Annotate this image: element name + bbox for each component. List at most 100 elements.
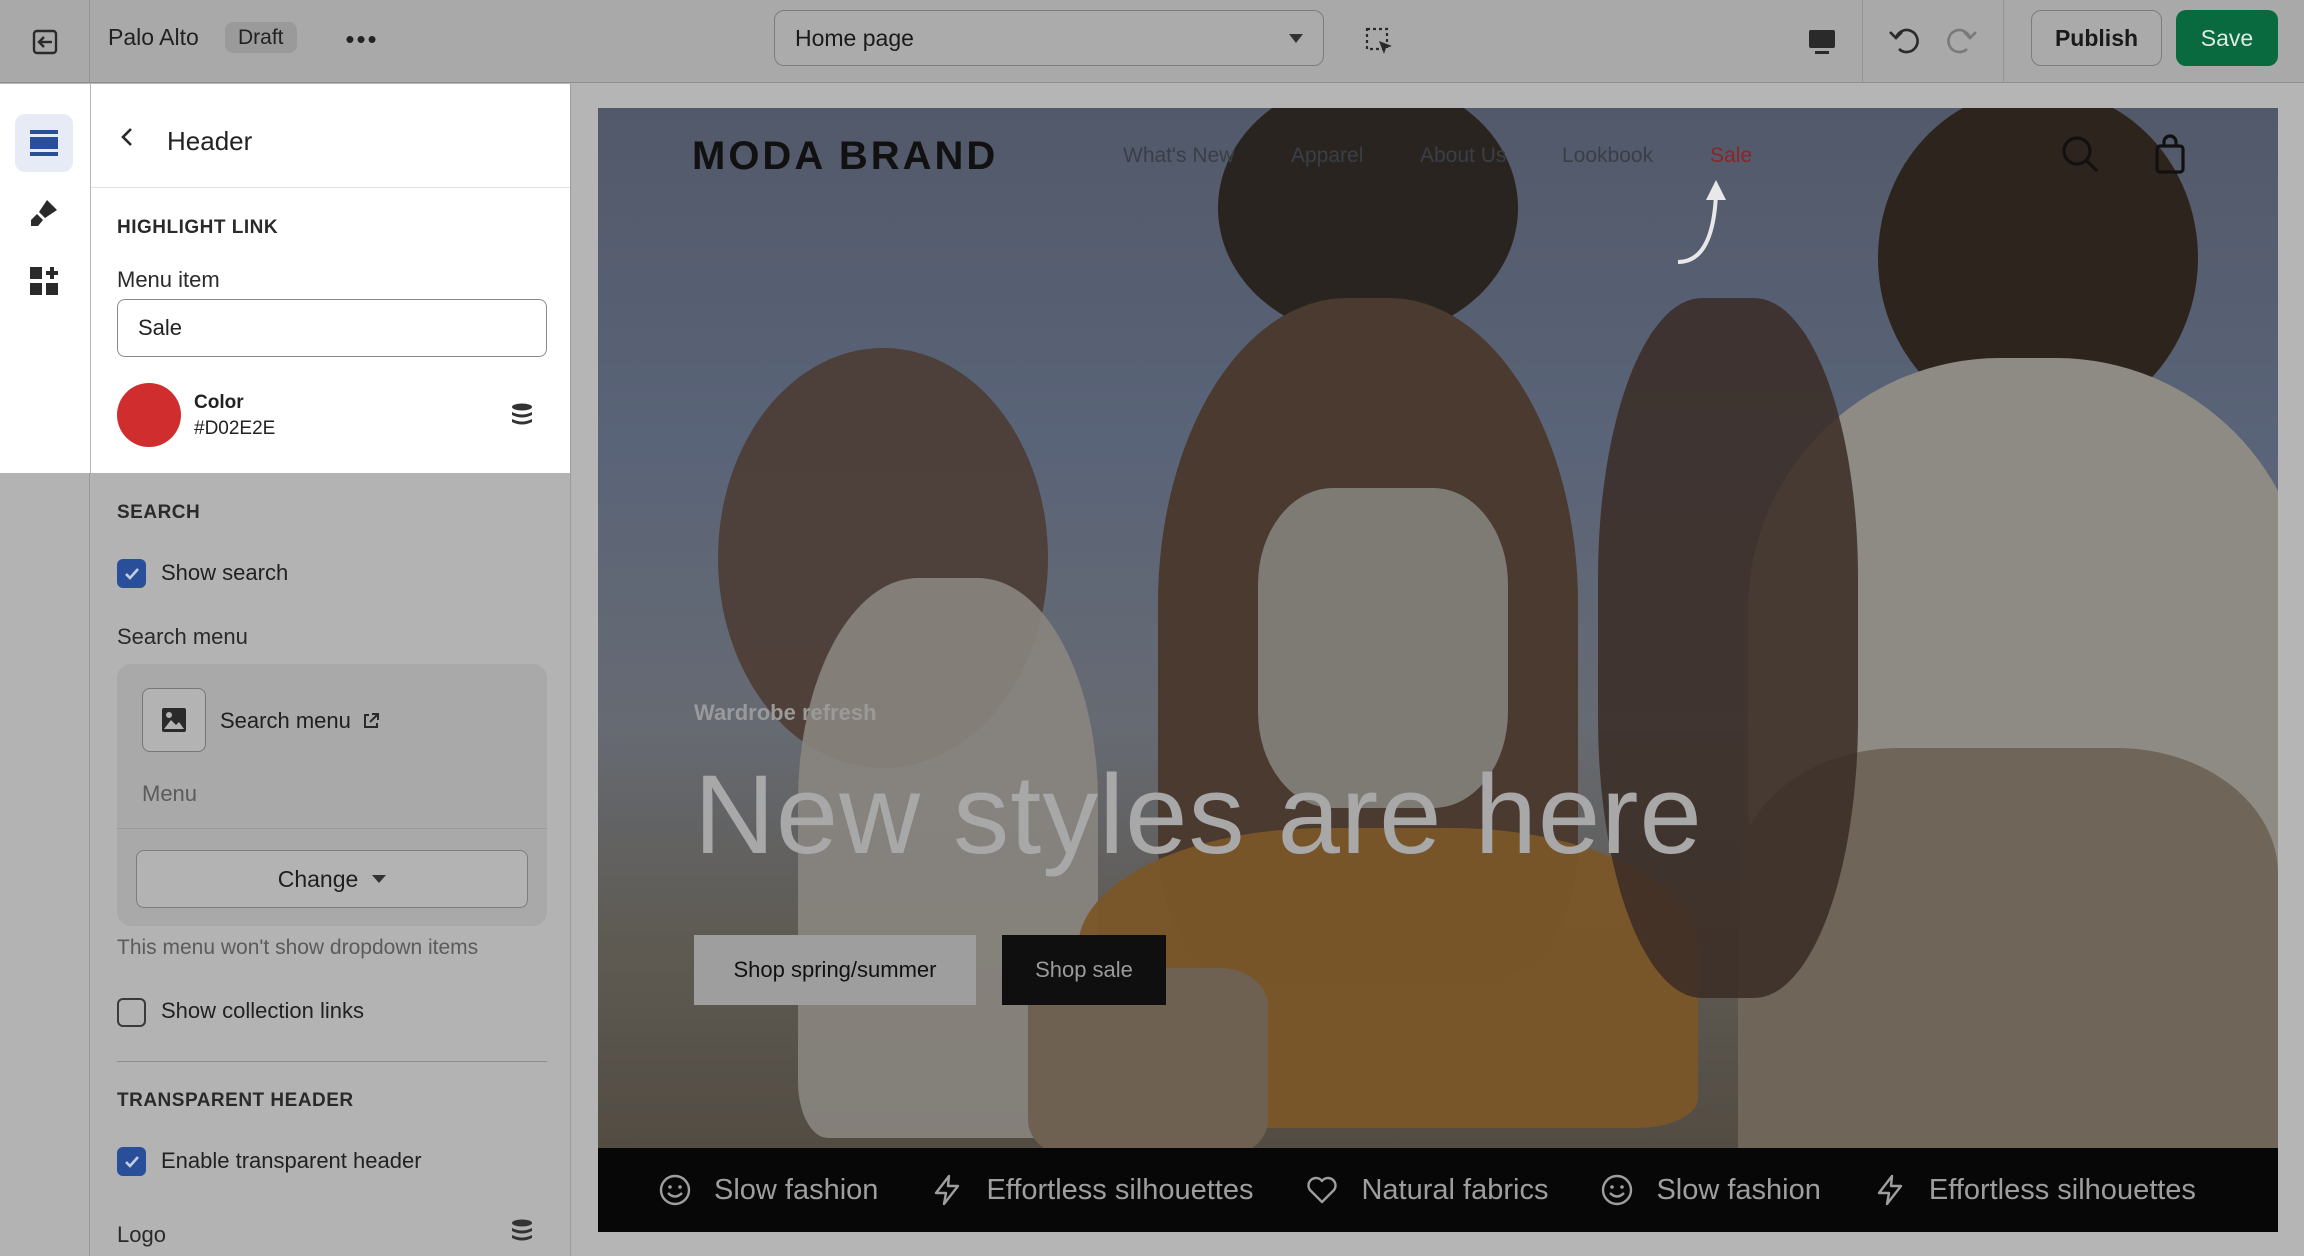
redo-icon bbox=[1947, 28, 1977, 54]
menu-item-input[interactable]: Sale bbox=[117, 299, 547, 357]
section-title-highlight: HIGHLIGHT LINK bbox=[117, 217, 279, 238]
search-menu-link-label: Search menu bbox=[220, 708, 351, 733]
image-icon bbox=[162, 708, 186, 732]
change-menu-button[interactable]: Change bbox=[136, 850, 528, 908]
color-swatch[interactable] bbox=[117, 383, 181, 447]
bolt-icon bbox=[935, 1174, 960, 1206]
marquee-label: Effortless silhouettes bbox=[1928, 1173, 2196, 1206]
marquee-item: Slow fashion bbox=[658, 1173, 878, 1207]
top-bar: Palo Alto Draft ••• Home page Publish Sa… bbox=[0, 0, 2304, 83]
panel-title: Header bbox=[167, 126, 253, 156]
logo-label: Logo bbox=[117, 1222, 166, 1247]
curved-arrow-icon bbox=[1677, 180, 1726, 264]
search-menu-card: Search menu Menu Change bbox=[117, 664, 547, 926]
smile-icon bbox=[1602, 1174, 1633, 1206]
logo-dynamic-source-button[interactable] bbox=[507, 1216, 537, 1246]
show-search-label: Show search bbox=[161, 560, 289, 585]
marquee-item: Effortless silhouettes bbox=[930, 1173, 1253, 1207]
enable-transparent-header-label: Enable transparent header bbox=[161, 1148, 422, 1173]
marquee-item: Slow fashion bbox=[1600, 1173, 1821, 1207]
menu-item-value: Sale bbox=[138, 315, 183, 340]
page-selector[interactable]: Home page bbox=[774, 10, 1324, 66]
save-button[interactable]: Save bbox=[2176, 10, 2278, 66]
menu-help-text: This menu won't show dropdown items bbox=[117, 936, 479, 959]
hero-photo-shape bbox=[1598, 298, 1858, 998]
status-badge: Draft bbox=[225, 22, 297, 53]
bolt-icon bbox=[1877, 1174, 1903, 1206]
search-icon[interactable] bbox=[2058, 132, 2102, 176]
store-name: Palo Alto bbox=[108, 24, 199, 50]
left-rail bbox=[0, 84, 90, 1256]
check-icon bbox=[124, 1155, 139, 1168]
marquee-item: Effortless silhouettes bbox=[1873, 1173, 2196, 1207]
settings-panel: Header HIGHLIGHT LINK Menu item Sale Col… bbox=[91, 84, 571, 1256]
section-divider bbox=[117, 1061, 547, 1062]
more-icon: ••• bbox=[345, 23, 379, 54]
panel-header: Header bbox=[91, 84, 570, 188]
desktop-icon bbox=[1809, 30, 1835, 54]
marquee-label: Slow fashion bbox=[1656, 1173, 1821, 1206]
marquee-label: Effortless silhouettes bbox=[986, 1173, 1254, 1206]
inspector-button[interactable] bbox=[1358, 20, 1402, 64]
enable-transparent-header-checkbox[interactable] bbox=[117, 1147, 146, 1176]
color-value: #D02E2E bbox=[194, 418, 276, 439]
section-title-transparent: TRANSPARENT HEADER bbox=[117, 1090, 354, 1111]
exit-icon bbox=[32, 29, 57, 54]
change-button-label: Change bbox=[277, 865, 359, 892]
publish-button[interactable]: Publish bbox=[2031, 10, 2162, 66]
nav-link-about-us[interactable]: About Us bbox=[1420, 144, 1506, 168]
brand-logo[interactable]: MODA BRAND bbox=[692, 134, 998, 179]
nav-link-whats-new[interactable]: What's New bbox=[1123, 144, 1234, 168]
marquee-label: Natural fabrics bbox=[1361, 1173, 1549, 1206]
hero-title: New styles are here bbox=[694, 752, 1703, 877]
database-icon bbox=[512, 403, 532, 425]
search-menu-link[interactable]: Search menu bbox=[220, 708, 381, 734]
chevron-down-icon bbox=[1289, 33, 1303, 43]
shopping-bag-icon[interactable] bbox=[2148, 132, 2192, 176]
chevron-left-icon bbox=[121, 128, 132, 146]
exit-editor-button[interactable] bbox=[0, 0, 90, 83]
caret-down-icon bbox=[372, 875, 387, 883]
undo-button[interactable] bbox=[1882, 18, 1926, 62]
nav-link-sale[interactable]: Sale bbox=[1710, 144, 1752, 168]
marquee-label: Slow fashion bbox=[714, 1173, 879, 1206]
heart-icon bbox=[1307, 1176, 1338, 1204]
show-collection-links-checkbox[interactable] bbox=[117, 998, 146, 1027]
marquee-bar: Slow fashion Effortless silhouettes Natu… bbox=[598, 1148, 2278, 1232]
menu-item-label: Menu item bbox=[117, 267, 220, 292]
marquee-item: Natural fabrics bbox=[1305, 1173, 1548, 1207]
shop-spring-summer-button[interactable]: Shop spring/summer bbox=[694, 935, 976, 1005]
sections-icon bbox=[30, 130, 58, 156]
desktop-view-button[interactable] bbox=[1800, 20, 1844, 64]
nav-link-lookbook[interactable]: Lookbook bbox=[1562, 144, 1653, 168]
more-actions-button[interactable]: ••• bbox=[340, 22, 384, 56]
sections-button[interactable] bbox=[15, 114, 73, 172]
show-collection-links-label: Show collection links bbox=[161, 998, 364, 1023]
divider bbox=[2003, 0, 2004, 83]
check-icon bbox=[124, 567, 139, 580]
smile-icon bbox=[659, 1174, 691, 1206]
divider bbox=[1862, 0, 1863, 83]
page-selector-value: Home page bbox=[795, 24, 914, 51]
shop-sale-button[interactable]: Shop sale bbox=[1002, 935, 1166, 1005]
apps-icon bbox=[30, 267, 58, 295]
undo-icon bbox=[1889, 28, 1919, 54]
paintbrush-icon bbox=[31, 200, 57, 226]
hero-kicker: Wardrobe refresh bbox=[694, 700, 877, 725]
apps-button[interactable] bbox=[15, 252, 73, 310]
search-menu-type: Menu bbox=[142, 781, 198, 806]
nav-link-apparel[interactable]: Apparel bbox=[1291, 144, 1363, 168]
back-button[interactable] bbox=[111, 120, 145, 154]
section-title-search: SEARCH bbox=[117, 502, 201, 523]
dynamic-source-button[interactable] bbox=[507, 400, 537, 430]
store-preview[interactable]: MODA BRAND What's New Apparel About Us L… bbox=[598, 108, 2278, 1232]
redo-button[interactable] bbox=[1940, 18, 1984, 62]
database-icon bbox=[512, 1219, 532, 1241]
select-cursor-icon bbox=[1365, 27, 1392, 54]
theme-settings-button[interactable] bbox=[15, 184, 73, 242]
external-link-icon bbox=[363, 713, 379, 728]
color-label: Color bbox=[194, 392, 244, 413]
menu-thumbnail bbox=[142, 688, 206, 752]
search-menu-label: Search menu bbox=[117, 624, 248, 649]
show-search-checkbox[interactable] bbox=[117, 559, 146, 588]
